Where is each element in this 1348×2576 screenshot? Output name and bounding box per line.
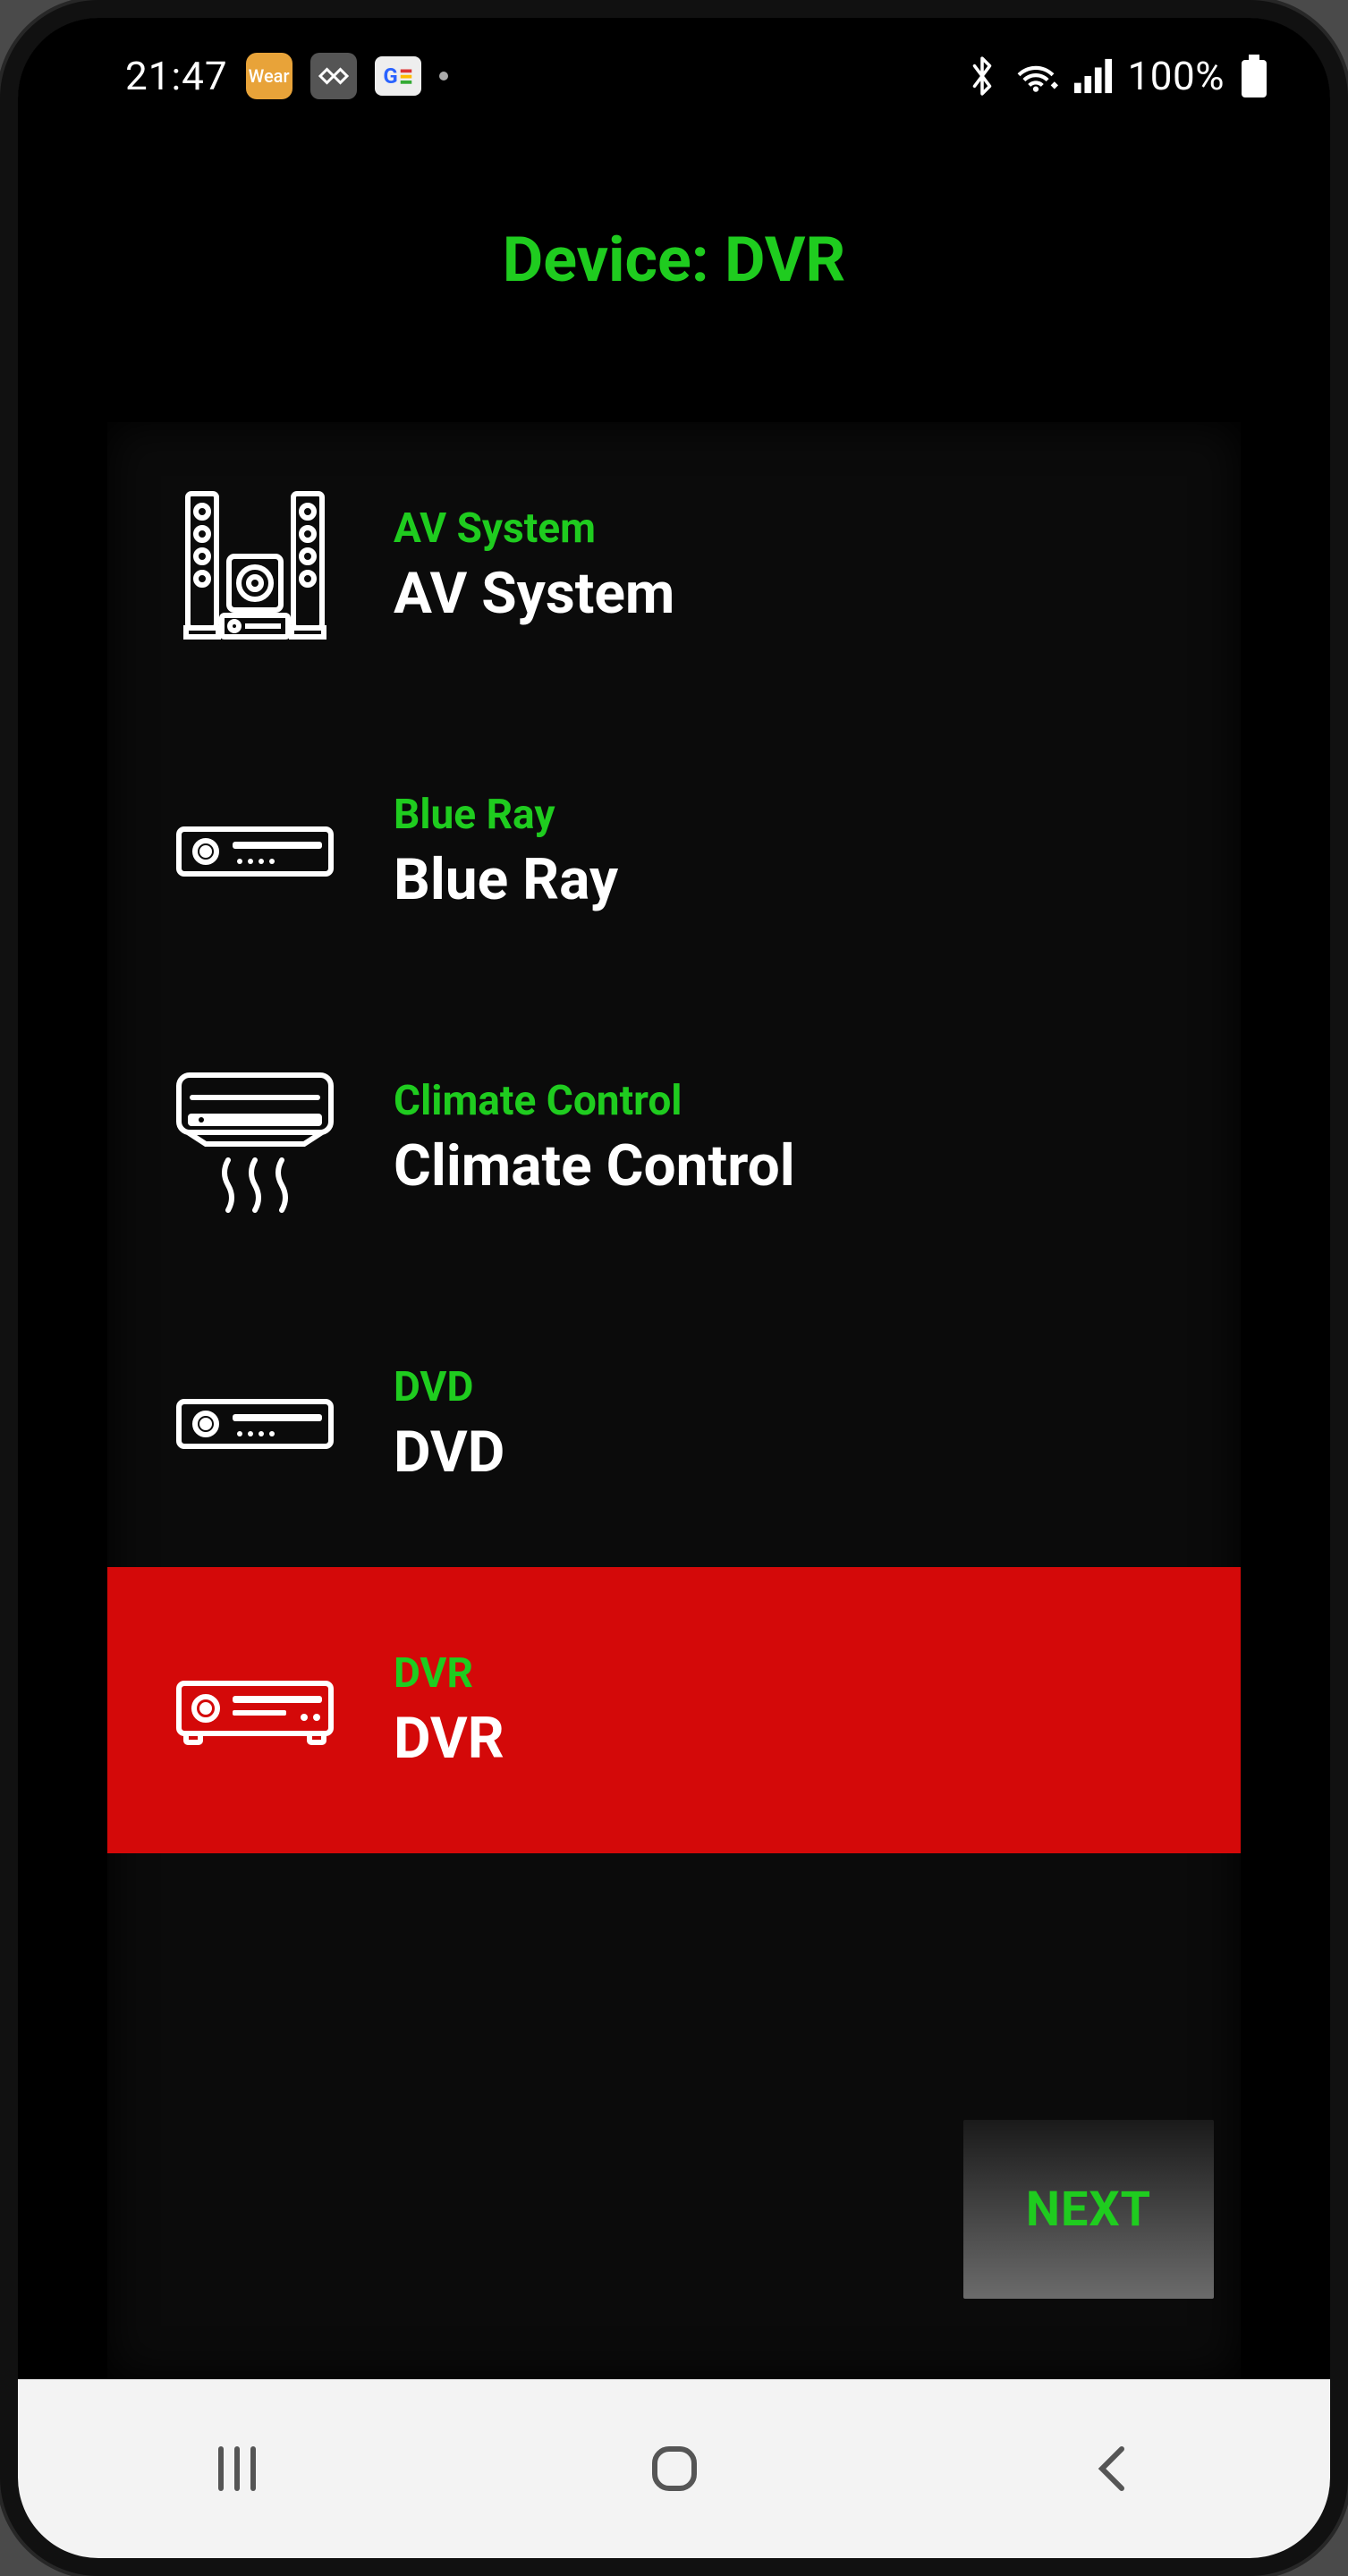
device-text: Blue Ray Blue Ray — [394, 791, 618, 913]
signal-icon — [1074, 58, 1112, 94]
footer-row: NEXT — [107, 1986, 1241, 2326]
android-nav-bar — [18, 2379, 1330, 2558]
climate-icon — [161, 1053, 349, 1223]
wear-app-icon: Wear — [246, 53, 292, 99]
battery-percentage: 100% — [1128, 53, 1225, 99]
device-list[interactable]: AV System AV System — [107, 422, 1241, 1986]
wifi-icon — [1013, 57, 1058, 95]
handshake-icon — [310, 53, 357, 99]
list-panel: AV System AV System — [107, 422, 1241, 2379]
device-category-label: Climate Control — [394, 1077, 795, 1125]
battery-icon — [1241, 55, 1267, 97]
device-text: AV System AV System — [394, 504, 674, 627]
device-row-dvr[interactable]: DVR DVR — [107, 1567, 1241, 1853]
device-category-label: AV System — [394, 504, 674, 553]
status-left: 21:47 Wear G — [125, 53, 448, 99]
recents-button[interactable] — [148, 2415, 326, 2522]
dvd-icon — [161, 1339, 349, 1509]
main-content: Device: DVR — [18, 134, 1330, 2379]
device-name-label: DVD — [394, 1419, 504, 1486]
device-row-dvd[interactable]: DVD DVD — [107, 1281, 1241, 1567]
blueray-icon — [161, 767, 349, 936]
device-name-label: DVR — [394, 1705, 504, 1772]
device-category-label: Blue Ray — [394, 791, 618, 839]
device-text: Climate Control Climate Control — [394, 1077, 795, 1199]
device-category-label: DVD — [394, 1363, 504, 1411]
status-bar: 21:47 Wear G — [18, 18, 1330, 134]
device-text: DVR DVR — [394, 1649, 504, 1772]
dvr-icon — [161, 1625, 349, 1795]
tablet-frame: 21:47 Wear G — [0, 0, 1348, 2576]
device-row-blueray[interactable]: Blue Ray Blue Ray — [107, 708, 1241, 995]
bluetooth-icon — [967, 55, 997, 97]
av-system-icon — [161, 480, 349, 650]
more-notifications-dot — [439, 72, 448, 80]
device-category-label: DVR — [394, 1649, 504, 1698]
status-time: 21:47 — [125, 53, 228, 99]
google-news-icon: G — [375, 56, 421, 96]
device-name-label: Climate Control — [394, 1132, 795, 1199]
screen: 21:47 Wear G — [18, 18, 1330, 2558]
home-button[interactable] — [585, 2415, 764, 2522]
page-title: Device: DVR — [45, 224, 1303, 297]
device-row-climate[interactable]: Climate Control Climate Control — [107, 995, 1241, 1281]
back-button[interactable] — [1022, 2415, 1201, 2522]
device-name-label: AV System — [394, 560, 674, 627]
status-right: 100% — [967, 53, 1267, 99]
device-name-label: Blue Ray — [394, 846, 618, 913]
device-text: DVD DVD — [394, 1363, 504, 1486]
device-row-av-system[interactable]: AV System AV System — [107, 422, 1241, 708]
news-label: G — [383, 64, 397, 89]
next-button[interactable]: NEXT — [963, 2120, 1214, 2299]
